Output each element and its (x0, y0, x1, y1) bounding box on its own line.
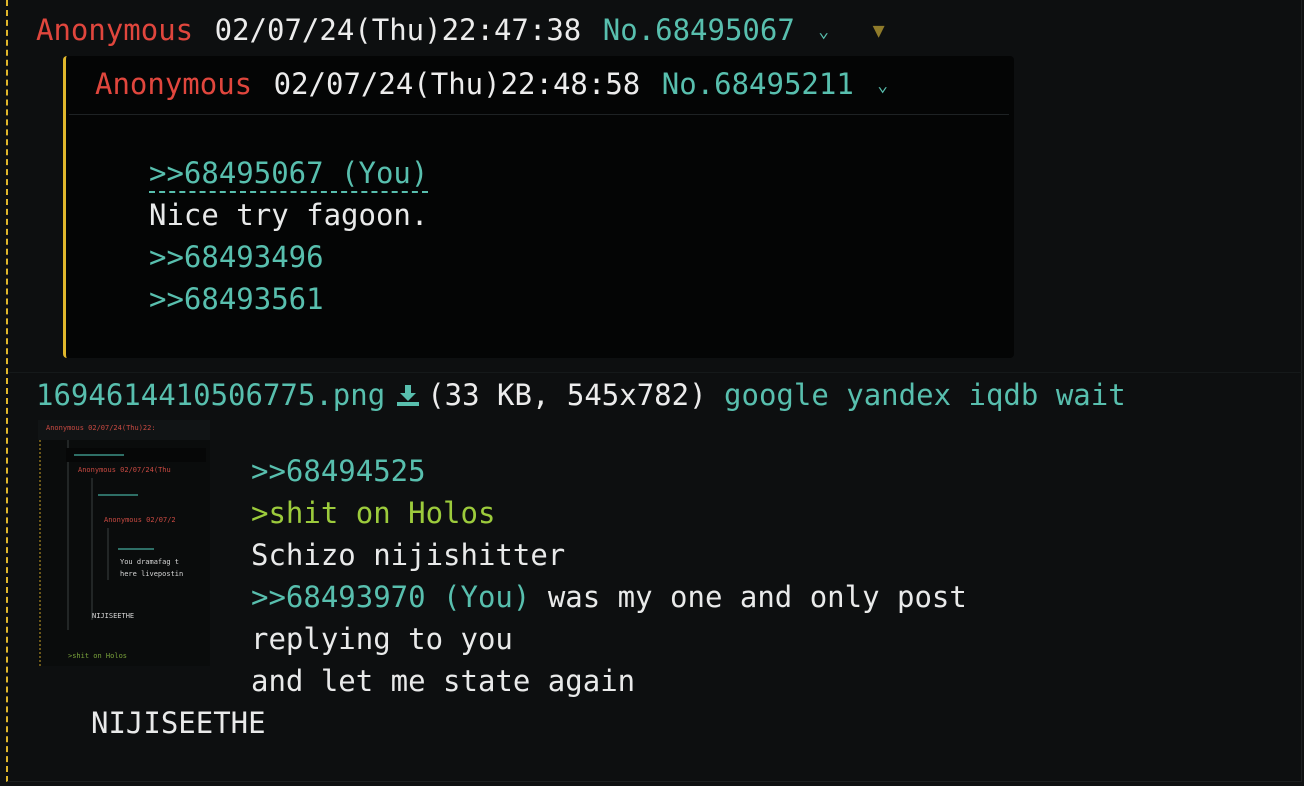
reply-link[interactable]: >>68493561 (149, 282, 324, 316)
triangle-down-icon[interactable]: ▼ (873, 18, 885, 42)
reply-link[interactable]: >>68494525 (251, 454, 426, 488)
post-container: Anonymous 02/07/24(Thu)22:47:38 No.68495… (6, 0, 1302, 782)
divider (69, 114, 1009, 115)
quoted-post-number-link[interactable]: No.68495211 (662, 67, 854, 101)
thumb-text: You dramafag t (120, 558, 179, 566)
thumb-text: >shit on Holos (68, 652, 127, 660)
thumb-text: here livepostin (120, 570, 183, 578)
search-link-google[interactable]: google (724, 378, 829, 412)
reply-link-you[interactable]: >>68495067 (You) (149, 156, 429, 193)
file-name-link[interactable]: 1694614410506775.png (36, 378, 385, 412)
thumb-text: Anonymous 02/07/24(Thu)22: (46, 424, 156, 432)
post-header: Anonymous 02/07/24(Thu)22:47:38 No.68495… (36, 10, 885, 52)
thumb-text: Anonymous 02/07/24(Thu (78, 466, 171, 474)
chevron-down-icon[interactable]: ⌄ (818, 21, 829, 42)
post-text-line: NIJISEETHE (91, 706, 266, 740)
quoted-post-text: Nice try fagoon. (149, 198, 429, 232)
post-text-line: and let me state again (251, 664, 636, 698)
post-body: >>68494525 >shit on Holos Schizo nijishi… (251, 450, 967, 702)
search-link-iqdb[interactable]: iqdb (969, 378, 1039, 412)
search-link-yandex[interactable]: yandex (846, 378, 951, 412)
post-text-line: was my one and only post (530, 580, 967, 614)
file-meta: (33 KB, 545x782) (427, 378, 707, 412)
quoted-poster-name: Anonymous (95, 67, 253, 101)
divider (8, 372, 1302, 373)
search-link-wait[interactable]: wait (1056, 378, 1126, 412)
thumb-text: Anonymous 02/07/2 (104, 516, 176, 524)
thread-view: Anonymous 02/07/24(Thu)22:47:38 No.68495… (0, 0, 1304, 786)
post-text-line: Schizo nijishitter (251, 538, 566, 572)
poster-name: Anonymous (36, 13, 194, 47)
file-info: 1694614410506775.png (33 KB, 545x782) goo… (36, 375, 1126, 415)
quoted-post-body: >>68495067 (You) Nice try fagoon. >>6849… (149, 152, 429, 320)
reply-link[interactable]: >>68493496 (149, 240, 324, 274)
quoted-post-preview: Anonymous 02/07/24(Thu)22:48:58 No.68495… (63, 56, 1014, 358)
reply-link-you[interactable]: >>68493970 (You) (251, 580, 530, 614)
post-date: 02/07/24(Thu)22:47:38 (214, 13, 582, 47)
image-thumbnail[interactable]: Anonymous 02/07/24(Thu)22: Anonymous 02/… (38, 420, 210, 666)
quoted-post-header: Anonymous 02/07/24(Thu)22:48:58 No.68495… (95, 64, 888, 106)
quoted-post-date: 02/07/24(Thu)22:48:58 (273, 67, 641, 101)
chevron-down-icon[interactable]: ⌄ (877, 75, 888, 96)
download-icon[interactable] (395, 377, 421, 406)
greentext-line: >shit on Holos (251, 496, 496, 530)
thumb-text: NIJISEETHE (92, 612, 134, 620)
post-text-line: replying to you (251, 622, 513, 656)
post-number-link[interactable]: No.68495067 (603, 13, 795, 47)
